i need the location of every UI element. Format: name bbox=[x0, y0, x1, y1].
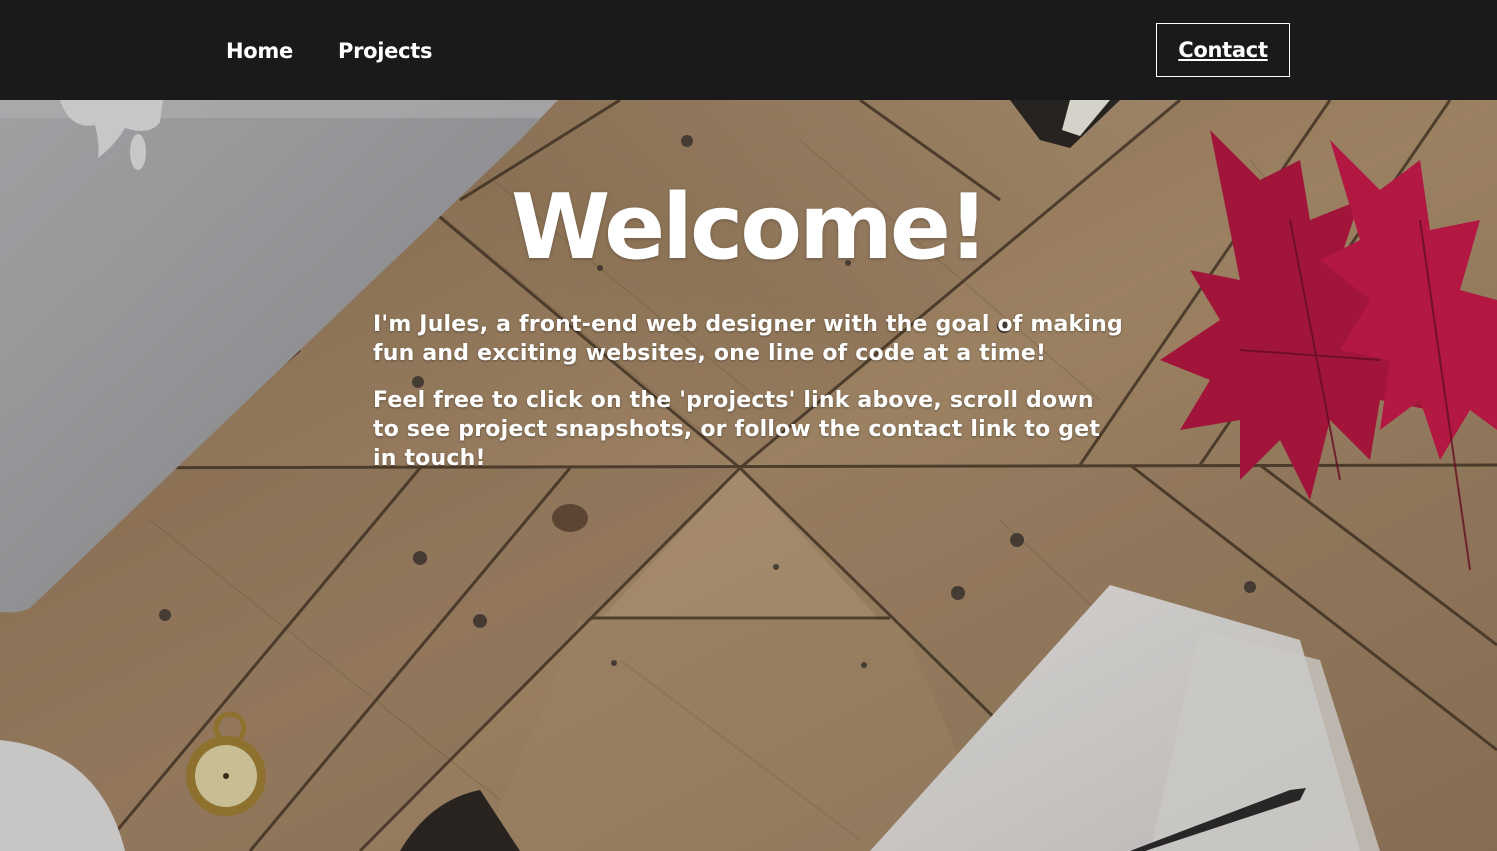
hero-title: Welcome! bbox=[511, 175, 989, 280]
hero-section: Welcome! I'm Jules, a front-end web desi… bbox=[0, 100, 1497, 851]
contact-button[interactable]: Contact bbox=[1156, 23, 1290, 77]
hero-cta-text: Feel free to click on the 'projects' lin… bbox=[373, 388, 1101, 471]
navbar: Home Projects Contact bbox=[0, 0, 1497, 100]
hero-intro-text: I'm Jules, a front-end web designer with… bbox=[373, 312, 1123, 366]
nav-home-link[interactable]: Home bbox=[226, 36, 293, 66]
nav-projects-link[interactable]: Projects bbox=[338, 36, 433, 66]
